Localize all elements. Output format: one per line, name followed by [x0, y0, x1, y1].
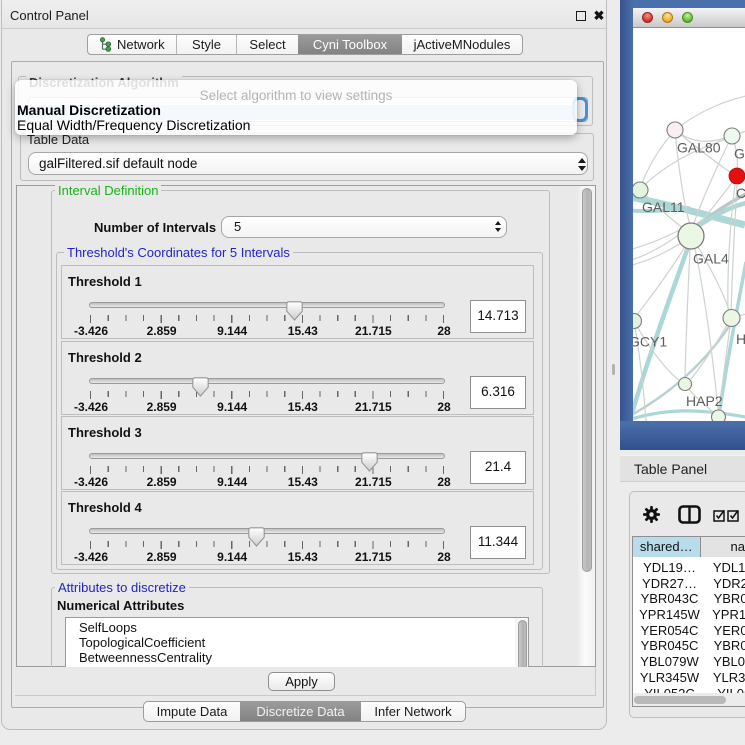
svg-text:GAL11: GAL11	[642, 199, 685, 215]
svg-text:GA: GA	[734, 146, 745, 162]
svg-text:H: H	[736, 331, 745, 347]
svg-text:HAP2: HAP2	[686, 393, 723, 409]
svg-text:GAL80: GAL80	[677, 140, 721, 156]
svg-text:C: C	[736, 185, 745, 201]
svg-text:GAL4: GAL4	[693, 251, 729, 267]
svg-text:GCY1: GCY1	[633, 334, 667, 350]
